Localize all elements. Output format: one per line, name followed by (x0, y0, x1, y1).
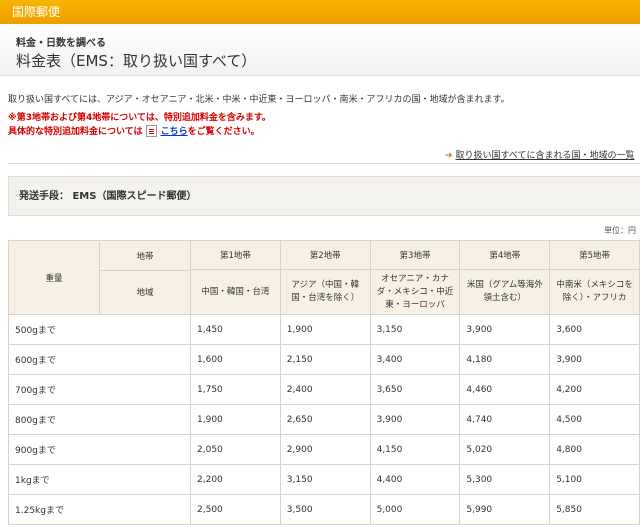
weight-cell: 1.25kgまで (8, 494, 191, 525)
price-cell-zone-1: 2,500 (190, 494, 281, 525)
price-cell-zone-2: 1,900 (279, 314, 371, 345)
weight-cell: 600gまで (8, 344, 191, 375)
price-cell-zone-1: 2,050 (190, 434, 281, 465)
table-row: 900gまで 2,050 2,900 4,150 5,020 4,800 (8, 434, 640, 465)
price-cell-zone-4: 4,180 (459, 344, 551, 375)
unit-label: 単位：円 (604, 226, 636, 235)
price-cell-zone-3: 5,000 (369, 494, 461, 525)
price-cell-zone-5: 3,900 (549, 344, 640, 375)
weight-header-cell: 重量 地帯 地域 (8, 240, 191, 315)
zone-2-header: 第2地帯 (279, 240, 371, 270)
price-cell-zone-4: 3,900 (459, 314, 551, 345)
price-cell-zone-4: 5,020 (459, 434, 551, 465)
page-title: 料金表（EMS：取り扱い国すべて） (16, 52, 257, 70)
countries-list-link-label[interactable]: 取り扱い国すべてに含まれる国・地域の一覧 (456, 151, 635, 161)
price-cell-zone-3: 3,650 (369, 374, 461, 405)
weight-header: 重量 (45, 273, 63, 284)
price-cell-zone-5: 5,850 (549, 494, 640, 525)
surcharge-detail-link[interactable]: こちら (161, 124, 188, 137)
price-cell-zone-3: 3,900 (369, 404, 461, 435)
page-subtitle: 料金・日数を調べる (16, 38, 106, 49)
zone-3-region: オセアニア・カナダ・メキシコ・中近東・ヨーロッパ (369, 269, 461, 315)
shipping-method-box: 発送手段： EMS（国際スピード郵便） (8, 176, 640, 216)
countries-list-link[interactable]: ➔ 取り扱い国すべてに含まれる国・地域の一覧 (445, 148, 635, 161)
price-cell-zone-3: 3,150 (369, 314, 461, 345)
zone-5-region: 中南米（メキシコを除く）・アフリカ (549, 269, 640, 315)
zone-5-header: 第5地帯 (549, 240, 640, 270)
table-row: 500gまで 1,450 1,900 3,150 3,900 3,600 (8, 314, 640, 345)
rate-table-body: 500gまで 1,450 1,900 3,150 3,900 3,600 600gまで 1,6… (8, 314, 640, 525)
region-header: 地域 (136, 288, 154, 298)
arrow-right-icon: ➔ (445, 151, 453, 161)
table-row: 1.25kgまで 2,500 3,500 5,000 5,990 5,850 (8, 494, 640, 525)
divider (8, 163, 640, 164)
surcharge-detail-text: 具体的な特別追加料金については (8, 127, 143, 137)
zone-1-region: 中国・韓国・台湾 (190, 269, 281, 315)
price-cell-zone-1: 1,450 (190, 314, 281, 345)
price-cell-zone-2: 2,650 (279, 404, 371, 435)
price-cell-zone-4: 4,460 (459, 374, 551, 405)
surcharge-detail-suffix: をご覧ください。 (187, 127, 260, 137)
zone-2-region: アジア（中国・韓国・台湾を除く） (279, 269, 371, 315)
price-cell-zone-2: 2,900 (279, 434, 371, 465)
table-row: 800gまで 1,900 2,650 3,900 4,740 4,500 (8, 404, 640, 435)
price-cell-zone-1: 1,900 (190, 404, 281, 435)
price-cell-zone-5: 4,500 (549, 404, 640, 435)
description-text: 取り扱い国すべてには、アジア・オセアニア・北米・中米・中近東・ヨーロッパ・南米・… (8, 95, 510, 105)
rate-table: 重量 地帯 地域 第1地帯 第2地帯 第3地帯 第4地帯 第5地帯 中国・韓国・… (8, 240, 640, 525)
price-cell-zone-5: 3,600 (549, 314, 640, 345)
zone-3-header: 第3地帯 (369, 240, 461, 270)
price-cell-zone-2: 2,150 (279, 344, 371, 375)
table-row: 700gまで 1,750 2,400 3,650 4,460 4,200 (8, 374, 640, 405)
zone-header: 地帯 (100, 242, 190, 271)
weight-cell: 800gまで (8, 404, 191, 435)
section-bar-label: 国際郵便 (12, 5, 61, 19)
weight-cell: 500gまで (8, 314, 191, 345)
table-row: 600gまで 1,600 2,150 3,400 4,180 3,900 (8, 344, 640, 375)
price-cell-zone-3: 4,150 (369, 434, 461, 465)
price-cell-zone-2: 3,500 (279, 494, 371, 525)
weight-cell: 700gまで (8, 374, 191, 405)
price-cell-zone-4: 5,990 (459, 494, 551, 525)
price-cell-zone-1: 1,600 (190, 344, 281, 375)
section-bar: 国際郵便 (0, 0, 640, 24)
weight-cell: 900gまで (8, 434, 191, 465)
surcharge-notice: ※第3地帯および第4地帯については、特別追加料金を含みます。 (8, 113, 271, 123)
price-cell-zone-2: 2,400 (279, 374, 371, 405)
zone-1-header: 第1地帯 (190, 240, 281, 270)
price-cell-zone-5: 4,200 (549, 374, 640, 405)
price-cell-zone-4: 4,740 (459, 404, 551, 435)
surcharge-detail-notice: 具体的な特別追加料金については こちら をご覧ください。 (8, 124, 260, 137)
zone-4-header: 第4地帯 (459, 240, 551, 270)
shipping-method-label: 発送手段： EMS（国際スピード郵便） (19, 191, 197, 202)
zone-4-region: 米国（グアム等海外領土含む） (459, 269, 551, 315)
price-cell-zone-1: 1,750 (190, 374, 281, 405)
price-cell-zone-3: 3,400 (369, 344, 461, 375)
page-header: 料金・日数を調べる 料金表（EMS：取り扱い国すべて） (0, 24, 640, 76)
price-cell-zone-5: 4,800 (549, 434, 640, 465)
pdf-icon (145, 124, 157, 137)
zone-header-row: 重量 地帯 地域 第1地帯 第2地帯 第3地帯 第4地帯 第5地帯 (8, 240, 640, 315)
